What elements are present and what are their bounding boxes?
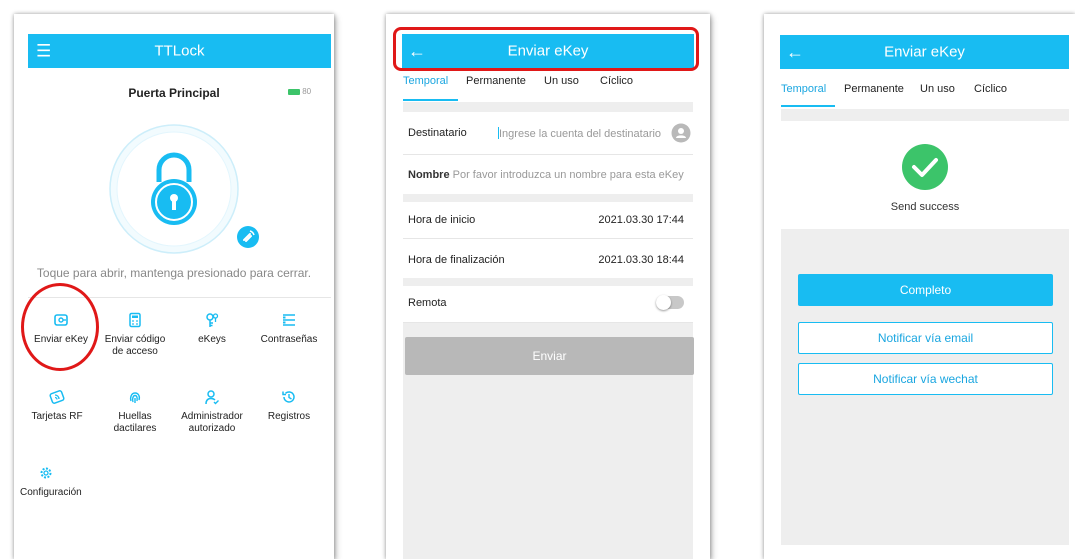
divider (403, 238, 693, 239)
history-icon (282, 391, 295, 403)
complete-button[interactable]: Completo (798, 274, 1053, 306)
remote-label: Remota (408, 297, 447, 309)
feature-label: Huellas dactilares (113, 411, 157, 434)
section-gap (781, 109, 1069, 121)
tab-temporal[interactable]: Temporal (781, 83, 826, 95)
notify-email-button[interactable]: Notificar vía email (798, 322, 1053, 354)
app-bar: ← Enviar eKey (780, 35, 1069, 69)
feature-label: Registros (267, 411, 311, 422)
keys-icon (206, 313, 219, 327)
passcode-list-icon (283, 314, 295, 326)
app-title: TTLock (154, 42, 205, 60)
feature-settings[interactable]: Configuración (20, 465, 84, 499)
section-gap (403, 102, 693, 112)
app-bar: ☰ TTLock (28, 34, 331, 68)
end-time-label: Hora de finalización (408, 254, 505, 266)
feature-label: Contraseñas (260, 334, 318, 345)
feature-rf-cards[interactable]: Tarjetas RF (22, 389, 92, 423)
name-placeholder: Por favor introduzca un nombre para esta… (452, 169, 684, 181)
fingerprint-icon (129, 392, 141, 403)
admin-icon (205, 390, 219, 405)
battery-level: 80 (302, 87, 312, 96)
recipient-label: Destinatario (408, 127, 467, 139)
phone-screen-send-ekey: ← Enviar eKey Temporal Permanente Un uso… (386, 14, 710, 559)
end-time-value[interactable]: 2021.03.30 18:44 (598, 254, 684, 266)
keypad-icon (129, 312, 141, 328)
feature-fingerprints[interactable]: Huellas dactilares (100, 389, 170, 435)
feature-send-passcode[interactable]: Enviar código de acceso (100, 312, 170, 358)
settings-icon (40, 467, 52, 479)
toggle-knob (656, 295, 671, 310)
highlight-box (393, 27, 699, 71)
success-check-icon (902, 144, 948, 190)
highlight-circle (21, 283, 99, 371)
name-label: Nombre (408, 169, 450, 181)
active-tab-indicator (403, 99, 458, 101)
tab-bar: Temporal Permanente Un uso Cíclico (403, 75, 693, 101)
feature-label: Tarjetas RF (31, 411, 83, 422)
send-button[interactable]: Enviar (405, 337, 694, 375)
divider (403, 154, 693, 155)
battery-icon (288, 88, 300, 95)
name-field[interactable]: Nombre Por favor introduzca un nombre pa… (408, 169, 692, 181)
feature-passcodes[interactable]: Contraseñas (254, 312, 324, 346)
recipient-input[interactable]: Ingrese la cuenta del destinatario (498, 127, 664, 140)
feature-label: Administrador autorizado (181, 411, 243, 434)
feature-authorized-admin[interactable]: Administrador autorizado (177, 389, 247, 435)
start-time-label: Hora de inicio (408, 214, 476, 226)
feature-label: Enviar código de acceso (104, 334, 166, 357)
active-tab-indicator (781, 105, 835, 107)
lock-hint: Toque para abrir, mantenga presionado pa… (36, 266, 312, 280)
tab-un-uso[interactable]: Un uso (920, 83, 955, 95)
notify-wechat-button[interactable]: Notificar vía wechat (798, 363, 1053, 395)
feature-label: eKeys (198, 334, 226, 345)
feature-label: Configuración (20, 487, 82, 498)
feature-ekeys[interactable]: eKeys (177, 312, 247, 346)
remote-toggle[interactable] (656, 295, 684, 310)
tab-permanente[interactable]: Permanente (466, 75, 526, 87)
section-gap (403, 194, 693, 202)
rf-card-icon (49, 390, 65, 404)
tab-ciclico[interactable]: Cíclico (974, 83, 1007, 95)
screen-title: Enviar eKey (884, 43, 965, 61)
lock-button[interactable] (109, 124, 239, 254)
tab-un-uso[interactable]: Un uso (544, 75, 579, 87)
recipient-placeholder: Ingrese la cuenta del destinatario (499, 128, 662, 140)
contacts-icon[interactable] (671, 123, 691, 143)
success-message: Send success (890, 201, 960, 213)
lock-name: Puerta Principal (128, 86, 220, 100)
remote-unlock-icon[interactable] (236, 225, 260, 249)
feature-records[interactable]: Registros (254, 389, 324, 423)
tab-permanente[interactable]: Permanente (844, 83, 904, 95)
tab-bar: Temporal Permanente Un uso Cíclico (781, 83, 1069, 109)
tab-ciclico[interactable]: Cíclico (600, 75, 633, 87)
battery-indicator: 80 (288, 87, 311, 96)
phone-screen-send-success: ← Enviar eKey Temporal Permanente Un uso… (764, 14, 1075, 559)
section-gap (403, 278, 693, 286)
tab-temporal[interactable]: Temporal (403, 75, 448, 87)
start-time-value[interactable]: 2021.03.30 17:44 (598, 214, 684, 226)
